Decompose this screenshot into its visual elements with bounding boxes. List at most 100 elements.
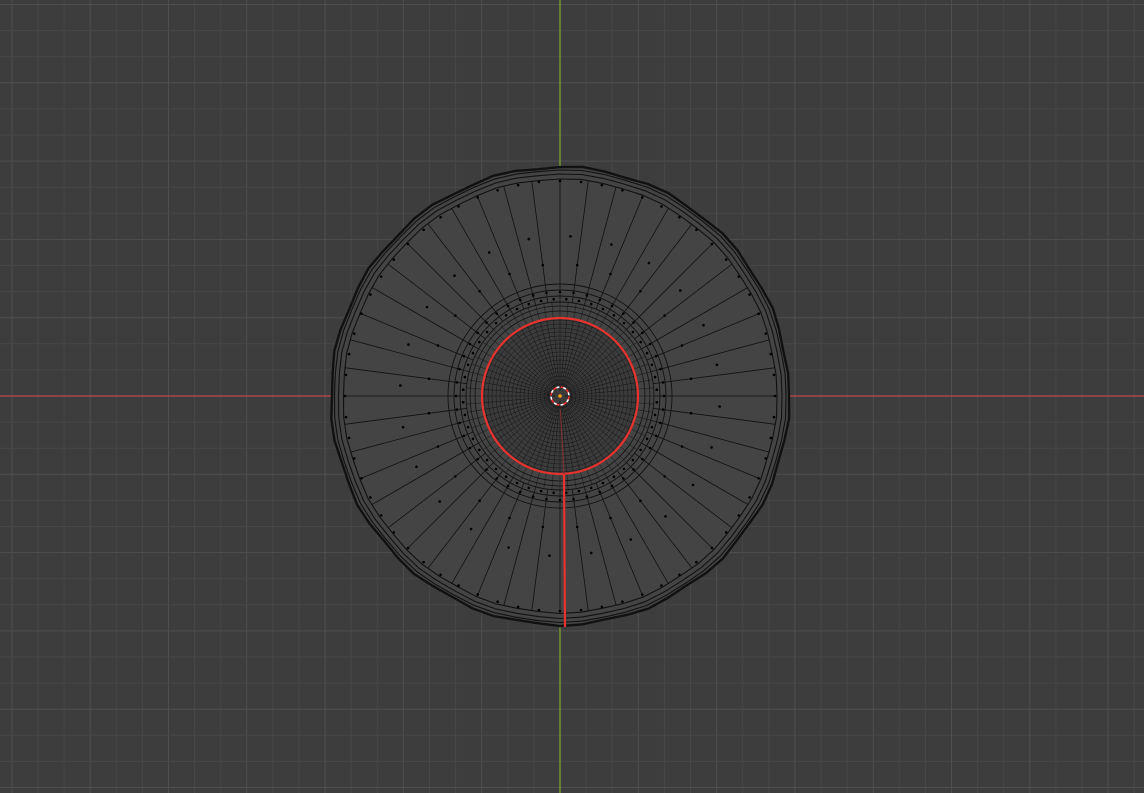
vertex (629, 538, 633, 541)
vertex (453, 274, 456, 278)
vertex (457, 584, 460, 587)
vertex (579, 608, 583, 612)
vertex (609, 516, 612, 520)
vertex (558, 498, 562, 502)
vertex (585, 294, 589, 297)
vertex (458, 367, 461, 371)
vertex (462, 354, 466, 358)
vertex (679, 289, 682, 292)
vertex (601, 481, 605, 485)
vertex (757, 312, 760, 316)
vertex (476, 196, 480, 199)
vertex (648, 342, 652, 346)
vertex (650, 425, 654, 429)
vertex (691, 483, 695, 487)
selected-seam-edge (562, 473, 567, 628)
vertex (654, 434, 658, 438)
vertex (457, 205, 460, 208)
vertex (478, 340, 481, 344)
3d-viewport[interactable] (0, 0, 1144, 793)
vertex (589, 486, 593, 490)
viewport-canvas[interactable] (0, 0, 1144, 793)
vertex (485, 321, 488, 324)
vertex (344, 415, 348, 419)
vertex (515, 307, 519, 311)
vertex (438, 500, 442, 503)
vertex (545, 497, 548, 501)
vertex (645, 351, 649, 355)
vertex (369, 293, 372, 296)
vertex (757, 477, 760, 480)
vertex (537, 180, 541, 184)
vertex (462, 434, 466, 438)
vertex (610, 243, 613, 246)
vertex (353, 457, 356, 460)
vertex (439, 573, 442, 577)
vertex (663, 314, 666, 317)
vertex (541, 525, 545, 529)
vertex (659, 421, 662, 425)
vertex (639, 290, 642, 293)
vertex (495, 312, 499, 315)
vertex (407, 343, 410, 346)
vertex (641, 593, 644, 596)
vertex (476, 458, 479, 461)
vertex (504, 475, 508, 479)
vertex (507, 546, 510, 549)
vertex (632, 321, 635, 324)
vertex (515, 481, 519, 485)
vertex (715, 363, 719, 367)
vertex (610, 484, 614, 488)
vertex (565, 491, 568, 495)
vertex (478, 448, 481, 452)
vertex (661, 408, 665, 411)
vertex (494, 321, 498, 325)
vertex (695, 560, 698, 564)
vertex (572, 291, 575, 295)
vertex (718, 405, 721, 408)
vertex (577, 299, 581, 303)
vertex (392, 258, 396, 261)
vertex (360, 312, 363, 316)
vertex (369, 496, 372, 499)
vertex (579, 180, 583, 184)
vertex (737, 275, 741, 278)
vertex (689, 411, 693, 415)
vertex (661, 381, 665, 384)
vertex (641, 458, 644, 461)
vertex (664, 515, 667, 518)
vertex (468, 342, 472, 346)
vertex (773, 394, 777, 398)
vertex (622, 467, 626, 471)
vertex (436, 344, 440, 347)
vertex (572, 497, 575, 501)
vertex (531, 495, 535, 498)
vertex (764, 332, 767, 335)
vertex (678, 215, 681, 219)
vertex (463, 413, 467, 417)
vertex (471, 437, 475, 441)
vertex (639, 448, 642, 452)
vertex (764, 457, 767, 460)
vertex (631, 330, 635, 334)
vertex (632, 468, 635, 471)
vertex (343, 394, 347, 398)
vertex (695, 228, 698, 232)
vertex (496, 600, 499, 603)
vertex (612, 475, 616, 479)
vertex (454, 314, 457, 317)
vertex (468, 446, 472, 450)
vertex (598, 298, 602, 302)
vertex (645, 437, 649, 441)
vertex (710, 446, 713, 449)
vertex (737, 514, 741, 517)
vertex (392, 531, 396, 534)
vertex (476, 593, 480, 596)
vertex (466, 363, 470, 367)
vertex (406, 242, 410, 246)
vertex (598, 490, 602, 494)
vertex (527, 486, 531, 490)
vertex (610, 304, 614, 308)
vertex (577, 489, 581, 493)
vertex (539, 489, 543, 493)
